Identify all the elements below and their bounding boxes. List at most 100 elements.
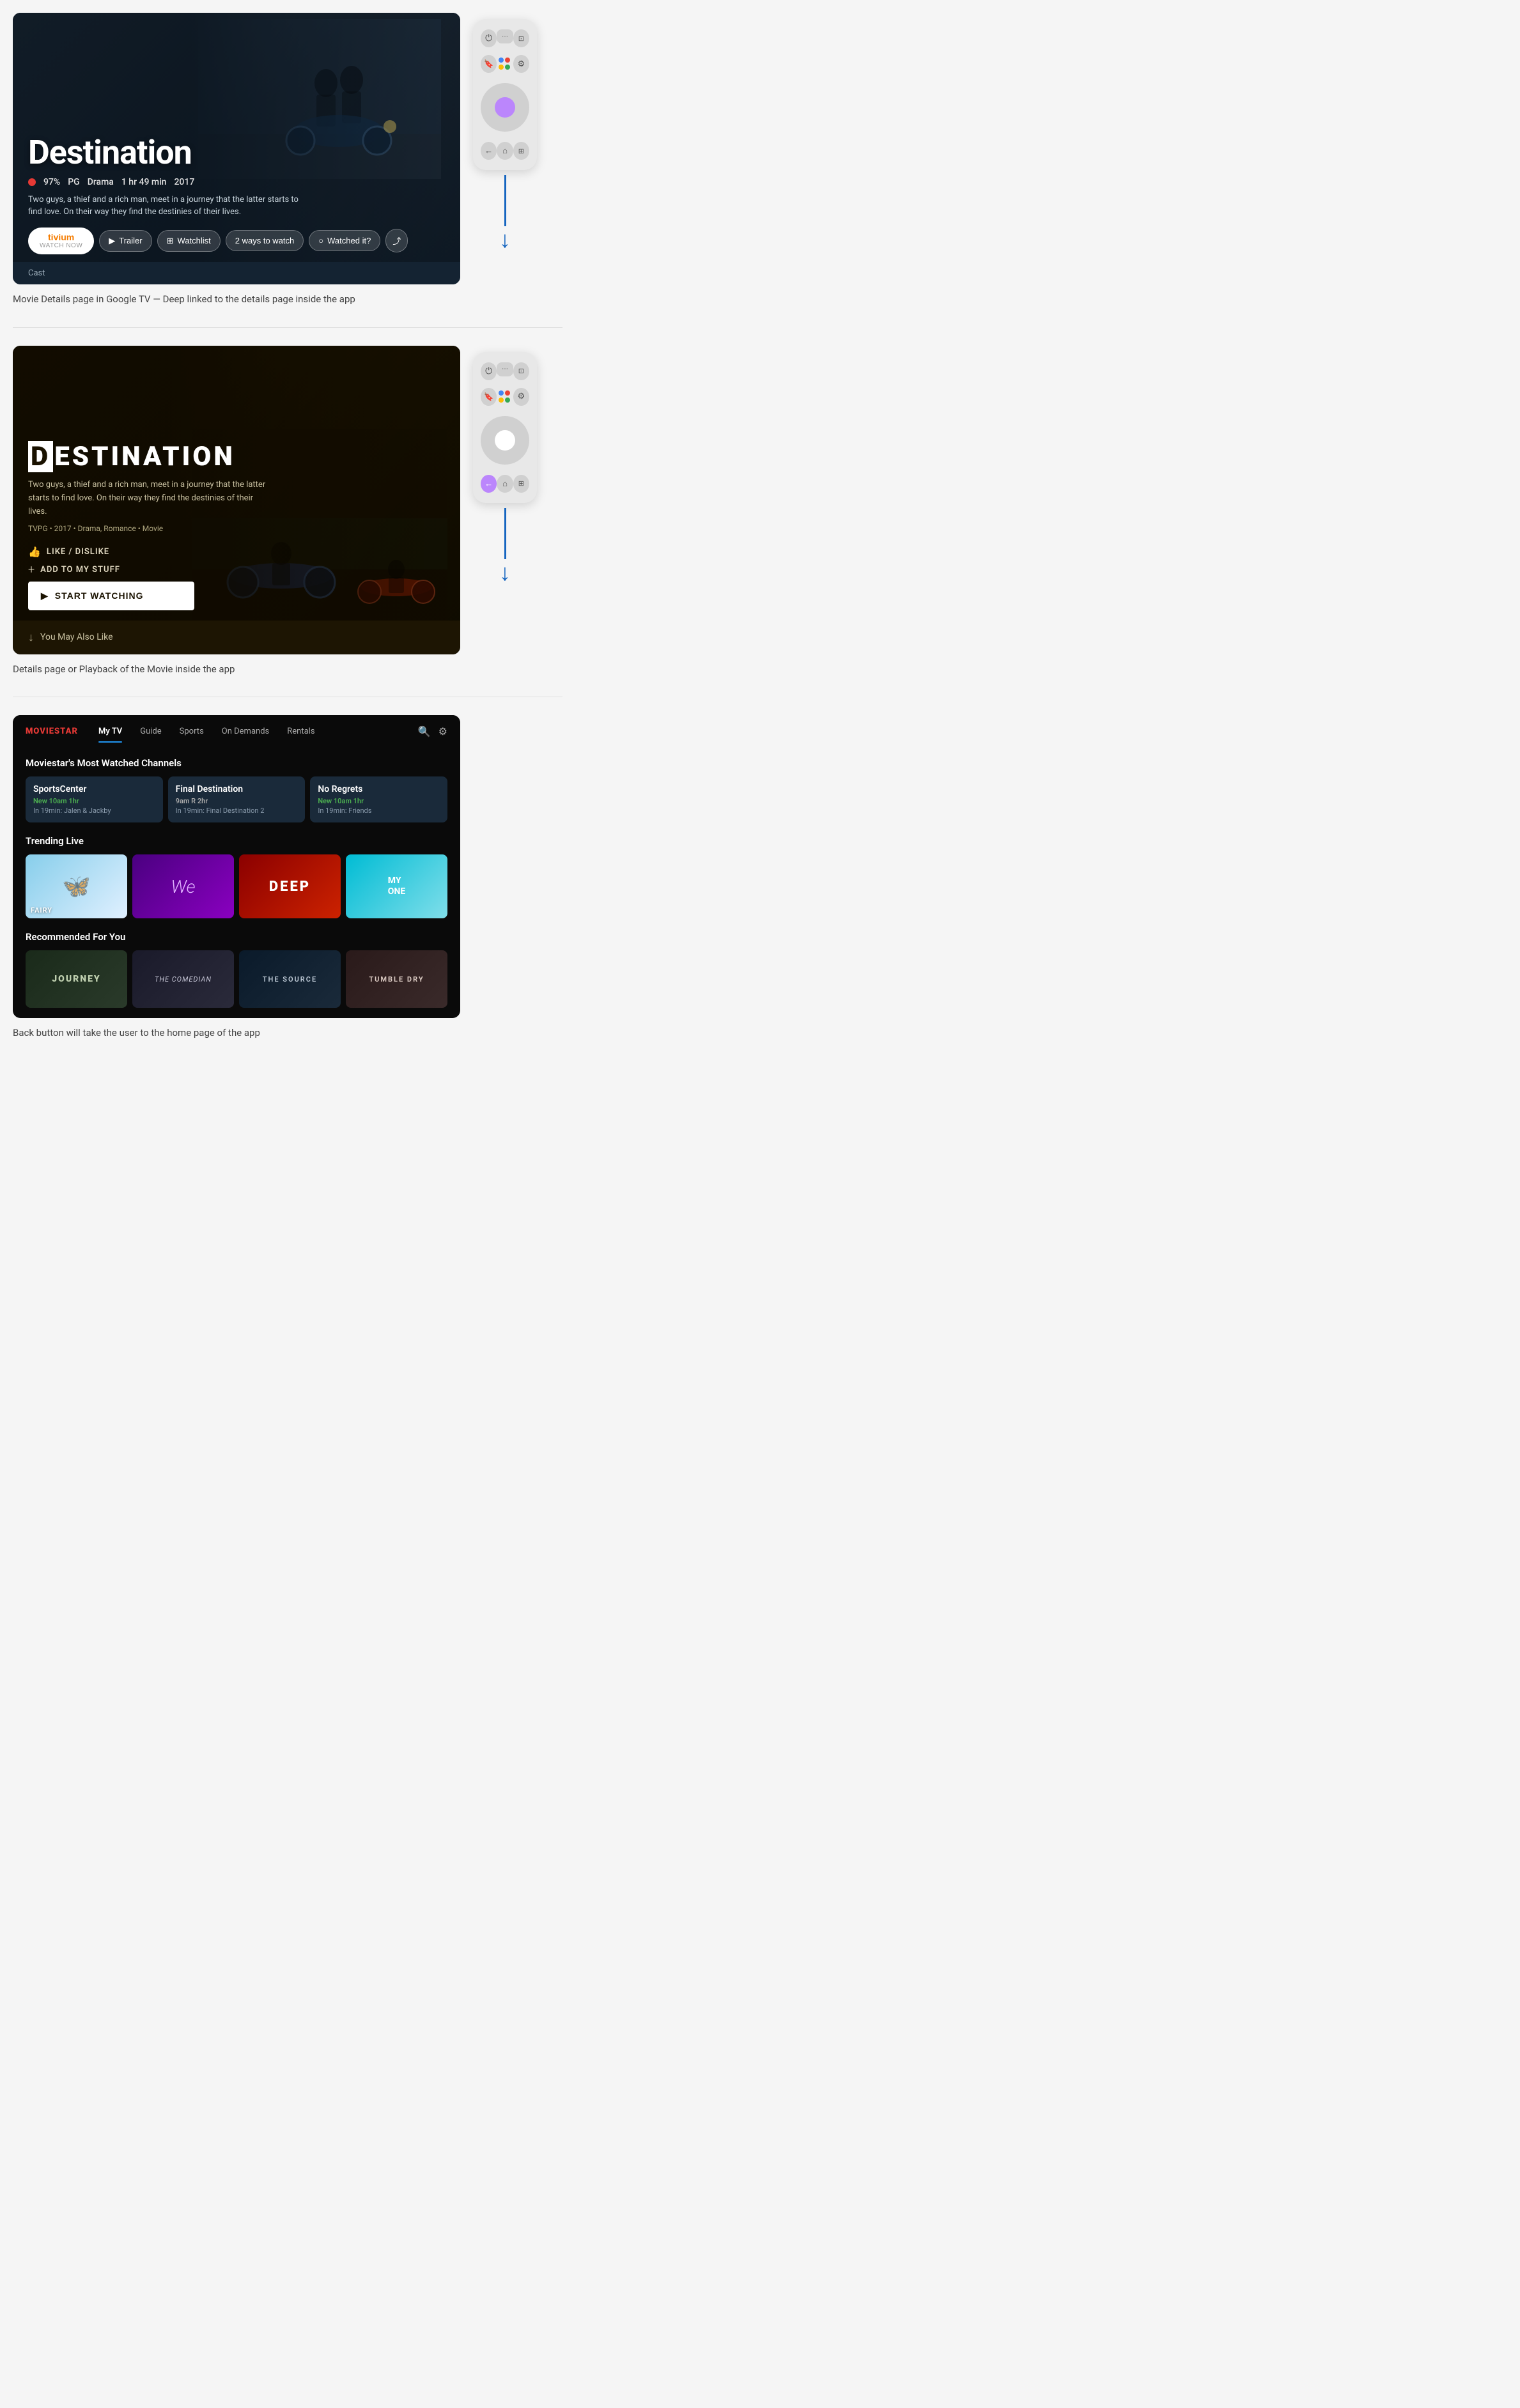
trailer-label: Trailer xyxy=(119,236,142,245)
blue-connector-line xyxy=(504,175,506,226)
journey-visual: JOURNEY xyxy=(26,950,127,1008)
tivium-logo: tivium xyxy=(48,233,74,242)
channel-card-no-regrets[interactable]: No Regrets New 10am 1hr In 19min: Friend… xyxy=(310,776,447,822)
channel-name-2: Final Destination xyxy=(176,784,298,794)
dpad-ring-2 xyxy=(481,416,529,465)
back-button[interactable]: ← xyxy=(481,142,497,160)
butterfly-icon: 🦋 xyxy=(62,873,91,900)
nav-item-guide[interactable]: Guide xyxy=(132,722,169,741)
channel-info-1: In 19min: Jalen & Jackby xyxy=(33,807,155,815)
settings-button-2[interactable]: ⚙ xyxy=(513,388,529,406)
app-home-card: MOVIESTAR My TV Guide Sports On Demands … xyxy=(13,715,460,1018)
menu-button-2[interactable]: ⋯ xyxy=(497,362,513,376)
tv-button[interactable]: ⊡ xyxy=(513,29,529,47)
start-watching-label: START WATCHING xyxy=(55,590,144,601)
power-button-2[interactable]: ⏻ xyxy=(481,362,497,380)
channel-card-final-destination[interactable]: Final Destination 9am R 2hr In 19min: Fi… xyxy=(168,776,306,822)
settings-button[interactable]: ⚙ xyxy=(513,55,529,73)
section3-caption: Back button will take the user to the ho… xyxy=(0,1018,575,1060)
ways-to-watch-button[interactable]: 2 ways to watch xyxy=(226,230,304,251)
bookmark-button-2[interactable]: 🔖 xyxy=(481,388,497,406)
genre: Drama xyxy=(88,177,114,187)
trending-card-my-one[interactable]: MYONE xyxy=(346,854,447,918)
menu-button[interactable]: ⋯ xyxy=(497,29,513,43)
channel-name-1: SportsCenter xyxy=(33,784,155,794)
add-to-stuff-button[interactable]: + ADD TO MY STUFF xyxy=(28,563,445,576)
nav-on-demands-label: On Demands xyxy=(222,727,269,736)
google-assistant-button[interactable] xyxy=(497,55,513,73)
remote2-bottom-row: ← ⌂ ⊞ xyxy=(481,475,529,493)
dpad-2[interactable] xyxy=(481,416,529,465)
remote-mid-row: 🔖 ⚙ xyxy=(481,55,529,73)
eye-icon: ○ xyxy=(318,236,323,245)
content-rating: PG xyxy=(68,177,79,187)
movie-hero-1: Destination 97% PG Drama 1 hr 49 min 201… xyxy=(13,13,460,262)
comedian-visual: THE COMEDIAN xyxy=(132,950,234,1008)
tumble-text: TUMBLE DRY xyxy=(369,975,424,984)
channel-card-sportscenter[interactable]: SportsCenter New 10am 1hr In 19min: Jale… xyxy=(26,776,163,822)
dpad-center-button[interactable] xyxy=(495,97,515,118)
dpad[interactable] xyxy=(481,83,529,132)
remote-2: ⏻ ⋯ ⊡ 🔖 ⚙ xyxy=(473,352,537,503)
share-button[interactable]: ⤴ xyxy=(385,229,408,252)
nav-item-sports[interactable]: Sports xyxy=(172,722,212,741)
trending-card-fairy[interactable]: 🦋 FAIRY xyxy=(26,854,127,918)
plus-icon: + xyxy=(28,563,35,576)
you-may-also-like-row[interactable]: ↓ You May Also Like xyxy=(13,621,460,654)
trending-card-we[interactable]: We xyxy=(132,854,234,918)
rec-card-tumble-dry[interactable]: TUMBLE DRY xyxy=(346,950,447,1008)
nav-my-tv-label: My TV xyxy=(98,727,122,736)
settings-icon[interactable]: ⚙ xyxy=(438,725,447,737)
duration: 1 hr 49 min xyxy=(121,177,167,187)
trending-card-deep[interactable]: DEEP xyxy=(239,854,341,918)
like-dislike-button[interactable]: 👍 LIKE / DISLIKE xyxy=(28,546,445,558)
tv-button-2[interactable]: ⊡ xyxy=(513,362,529,380)
rec-card-source[interactable]: THE SOURCE xyxy=(239,950,341,1008)
dpad-center-button-2[interactable] xyxy=(495,430,515,451)
app-movie-card: DESTINATION Two guys, a thief and a rich… xyxy=(13,346,460,654)
thumbup-icon: 👍 xyxy=(28,546,42,558)
dot-blue xyxy=(499,58,504,63)
watchlist-label: Watchlist xyxy=(178,236,211,245)
nav-item-my-tv[interactable]: My TV xyxy=(91,722,130,741)
like-label: LIKE / DISLIKE xyxy=(47,547,109,557)
app-movie-rating: TVPG • 2017 • Drama, Romance • Movie xyxy=(28,524,445,533)
channel-info-3: In 19min: Friends xyxy=(318,807,440,815)
rec-card-comedian[interactable]: THE COMEDIAN xyxy=(132,950,234,1008)
title-rest: ESTINATION xyxy=(54,441,235,472)
play-icon: ▶ xyxy=(109,236,115,246)
search-icon[interactable]: 🔍 xyxy=(418,725,431,737)
app-navigation: MOVIESTAR My TV Guide Sports On Demands … xyxy=(13,715,460,747)
watched-it-button[interactable]: ○ Watched it? xyxy=(309,230,380,251)
nav-item-on-demands[interactable]: On Demands xyxy=(214,722,277,741)
channels-grid: SportsCenter New 10am 1hr In 19min: Jale… xyxy=(26,776,447,822)
channel-info-2: In 19min: Final Destination 2 xyxy=(176,807,298,815)
dot-red xyxy=(505,58,510,63)
remote2-mid-row: 🔖 ⚙ xyxy=(481,388,529,406)
tivium-watch-button[interactable]: tivium WATCH NOW xyxy=(28,228,94,254)
rating-score: 97% xyxy=(43,177,60,187)
start-watching-button[interactable]: ▶ START WATCHING xyxy=(28,582,194,610)
trailer-button[interactable]: ▶ Trailer xyxy=(99,230,151,252)
apps-button-2[interactable]: ⊞ xyxy=(513,475,529,493)
section1-caption: Movie Details page in Google TV — Deep l… xyxy=(0,284,575,322)
rec-card-journey[interactable]: JOURNEY xyxy=(26,950,127,1008)
comedian-text: THE COMEDIAN xyxy=(155,975,212,984)
home-button[interactable]: ⌂ xyxy=(497,142,513,160)
google-assistant-button-2[interactable] xyxy=(497,388,513,406)
deep-visual: DEEP xyxy=(239,854,341,918)
remote-top-row: ⏻ ⋯ ⊡ xyxy=(481,29,529,47)
power-button[interactable]: ⏻ xyxy=(481,29,497,47)
watchlist-button[interactable]: ⊞ Watchlist xyxy=(157,230,221,252)
watchlist-icon: ⊞ xyxy=(167,236,174,246)
action-bar: tivium WATCH NOW ▶ Trailer ⊞ Watchlist xyxy=(28,228,445,254)
back-button-2[interactable]: ← xyxy=(481,475,497,493)
apps-button[interactable]: ⊞ xyxy=(513,142,529,160)
remote-1: ⏻ ⋯ ⊡ 🔖 ⚙ xyxy=(473,19,537,170)
we-text: We xyxy=(171,876,196,897)
nav-item-rentals[interactable]: Rentals xyxy=(279,722,322,741)
dot2-yellow xyxy=(499,397,504,403)
home-button-2[interactable]: ⌂ xyxy=(497,475,513,493)
bookmark-button[interactable]: 🔖 xyxy=(481,55,497,73)
app-hero-content: DESTINATION Two guys, a thief and a rich… xyxy=(13,428,460,620)
